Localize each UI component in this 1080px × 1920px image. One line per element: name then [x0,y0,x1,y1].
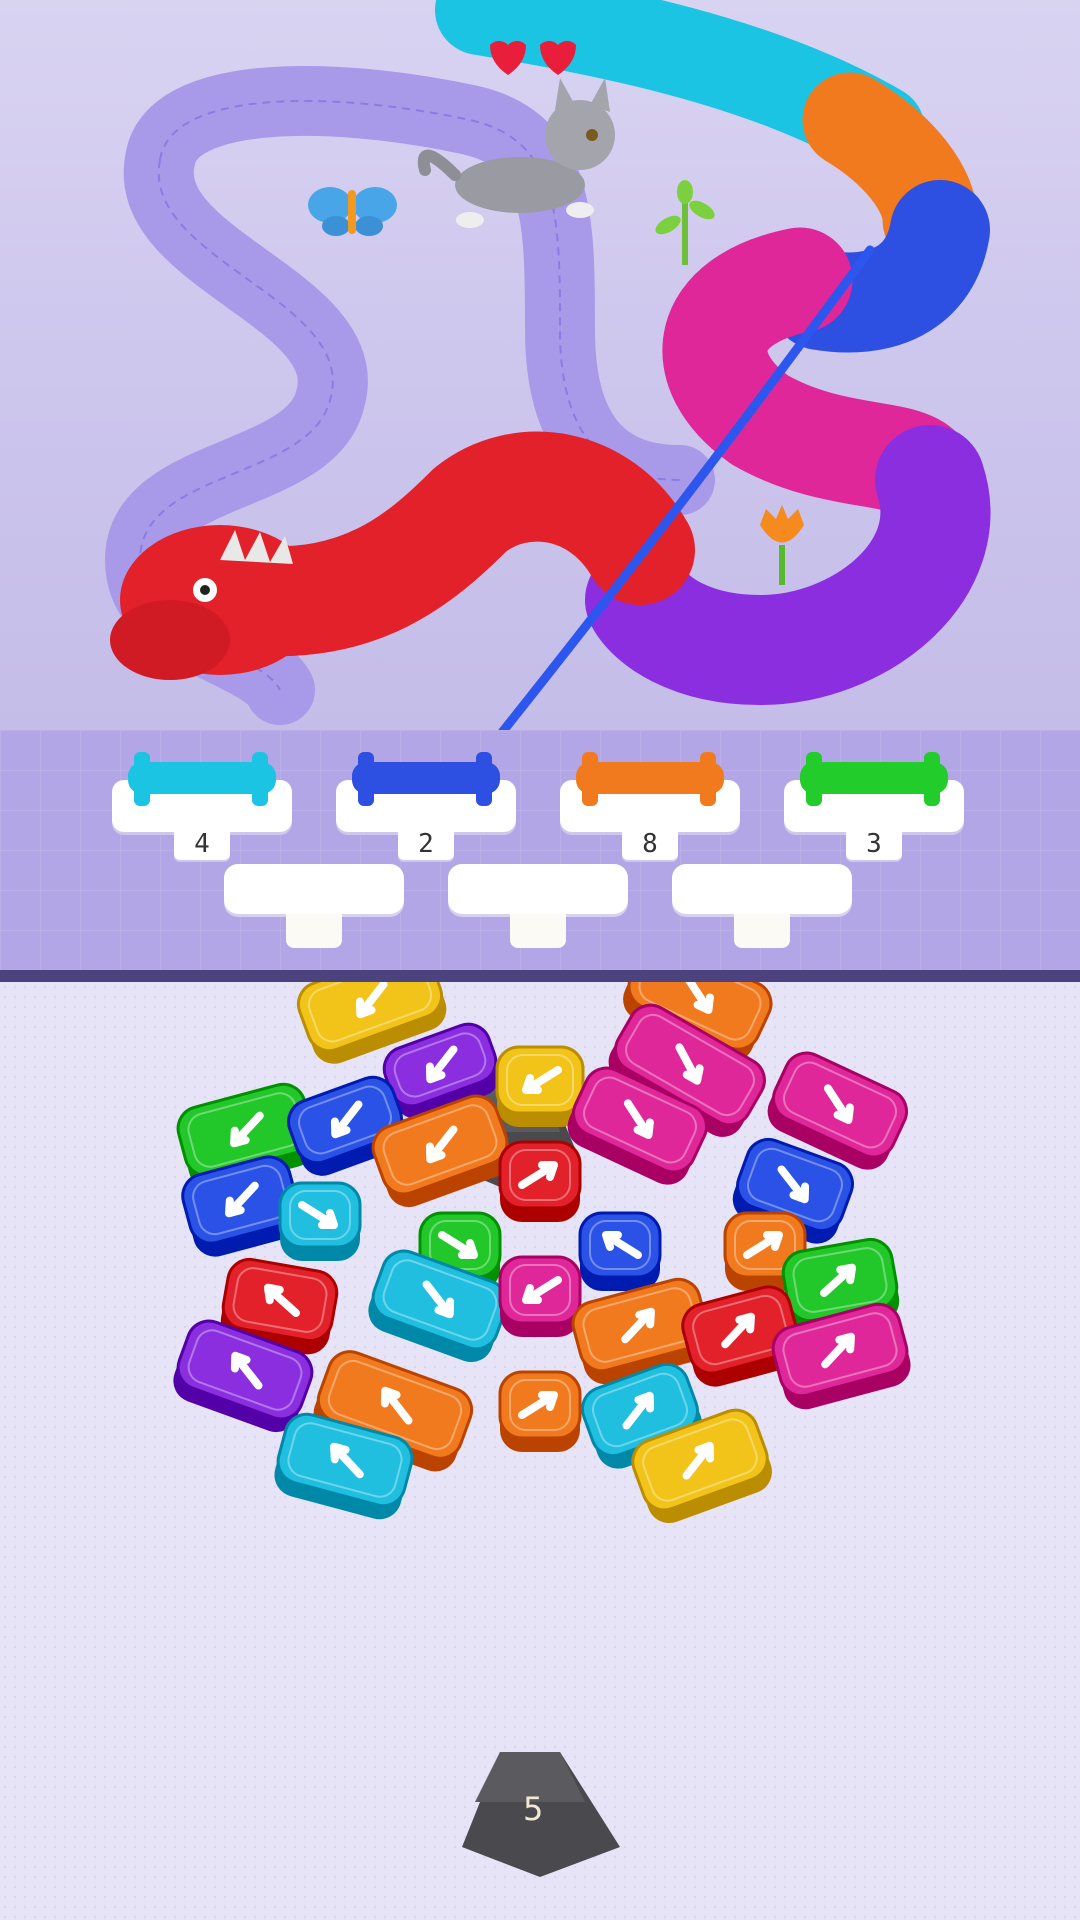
tile-grid: 5 5 [173,982,911,1877]
tile-red-up-right[interactable] [498,1140,582,1222]
tiles-layer [173,982,911,1524]
blocker-count: 5 [523,1790,543,1828]
blocker-bottom[interactable]: 5 [462,1752,620,1877]
tile-yellow-down-left[interactable] [495,1045,585,1127]
tile-magenta-down-left[interactable] [498,1255,582,1337]
scene-art [104,0,991,730]
spool-count: 4 [174,828,230,860]
spool-cyan[interactable] [122,742,282,812]
spool-slot-3[interactable]: 8 [560,742,740,882]
spool-count: 8 [622,828,678,860]
spool-green[interactable] [794,742,954,812]
spool-slot-4[interactable]: 3 [784,742,964,882]
empty-slot[interactable] [672,864,852,954]
spool-slot-1[interactable]: 4 [112,742,292,882]
spool-blue[interactable] [346,742,506,812]
tulip-icon [760,505,804,585]
tile-blue-up-left[interactable] [578,1211,662,1291]
heart-icon [490,40,526,75]
game-scene [0,0,1080,730]
puzzle-board: 5 5 [0,982,1080,1920]
tile-orange-up-right[interactable] [498,1370,582,1452]
spool-orange[interactable] [570,742,730,812]
spool-shelf: 4 2 8 3 [0,730,1080,982]
empty-slot[interactable] [448,864,628,954]
spool-count: 2 [398,828,454,860]
spool-slot-2[interactable]: 2 [336,742,516,882]
spool-count: 3 [846,828,902,860]
empty-slot[interactable] [224,864,404,954]
butterfly-icon [308,187,397,236]
tile-cyan-down-right[interactable] [278,1181,362,1261]
sprout-icon [655,180,715,265]
